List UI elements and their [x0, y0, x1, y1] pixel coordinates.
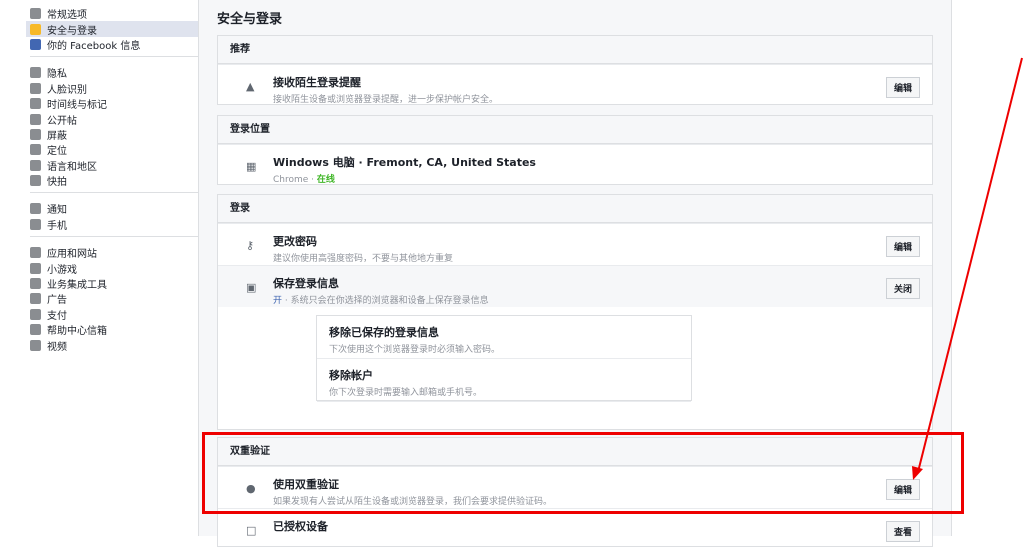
annotation-arrow: [912, 57, 1023, 480]
